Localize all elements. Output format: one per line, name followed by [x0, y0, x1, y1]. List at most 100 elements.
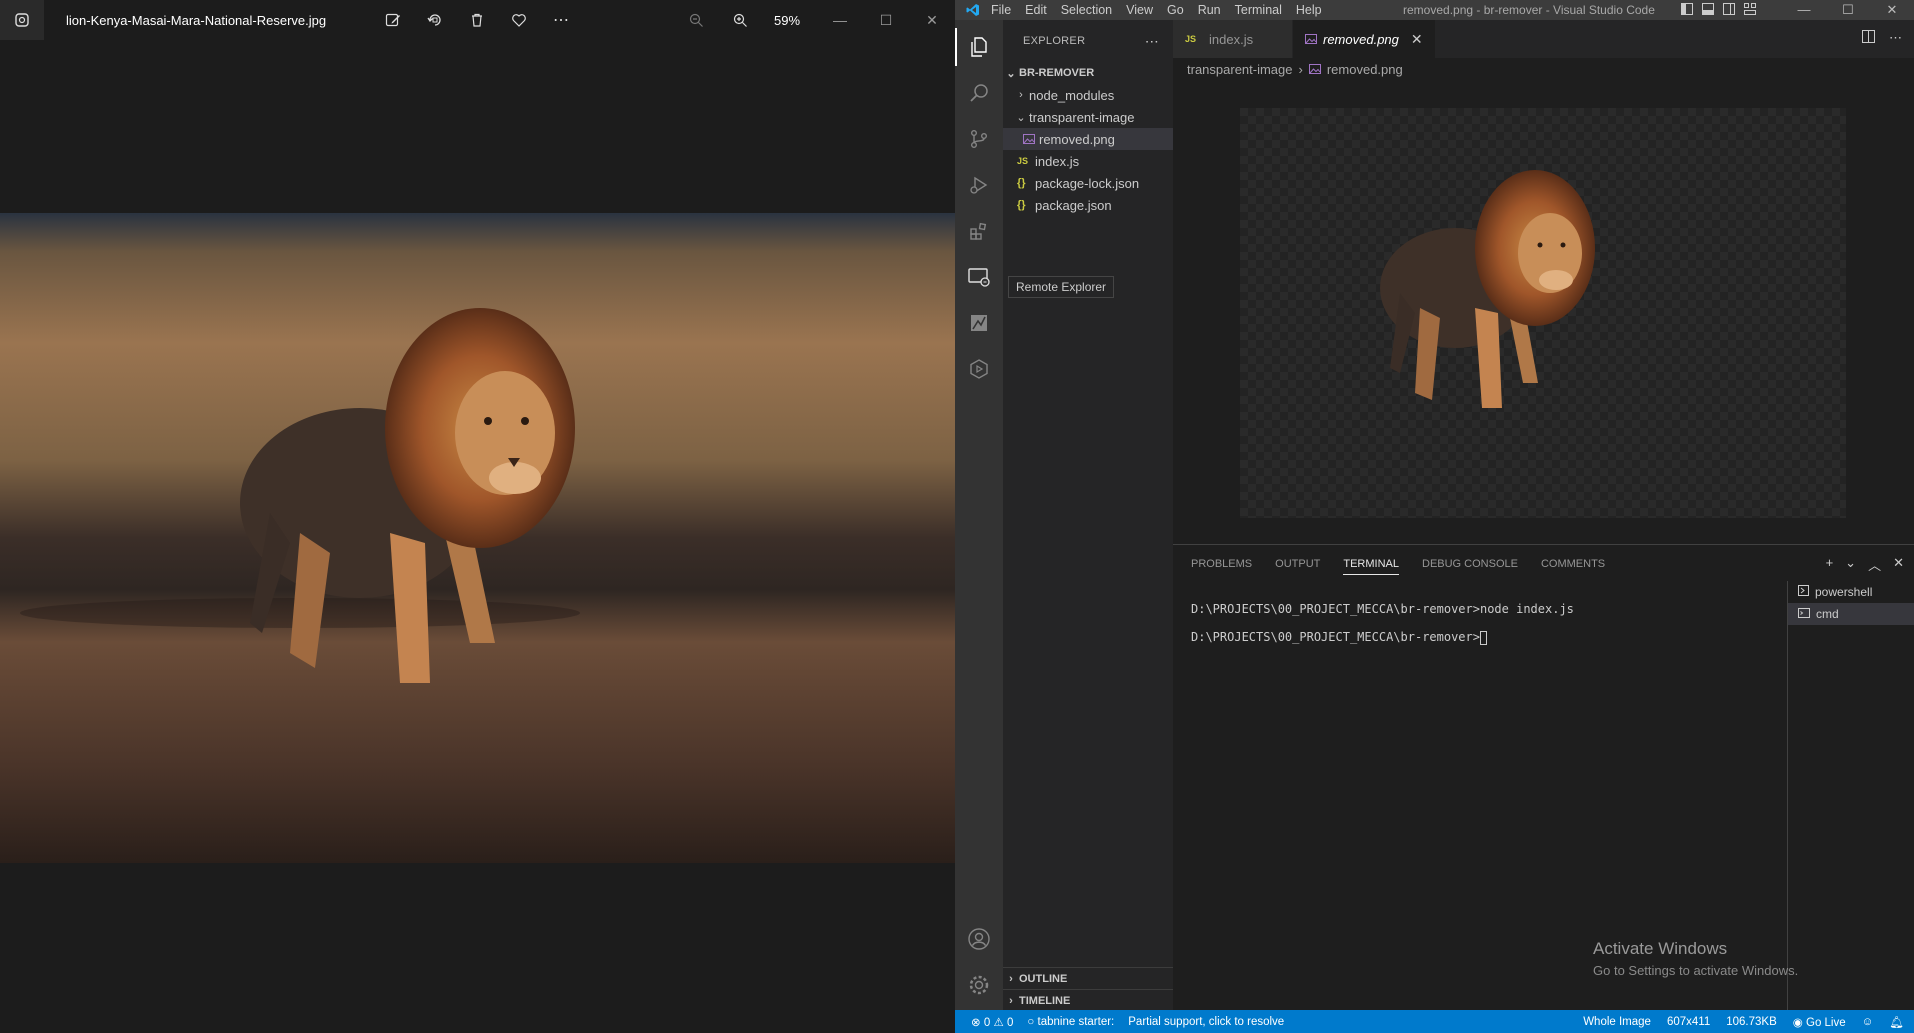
toggle-panel-icon[interactable]: [1702, 2, 1714, 18]
zoom-in-icon[interactable]: [730, 10, 750, 30]
outline-section[interactable]: › OUTLINE: [1003, 967, 1173, 989]
accounts-icon[interactable]: [955, 916, 1003, 962]
whole-image-status[interactable]: Whole Image: [1583, 1016, 1651, 1028]
run-debug-icon[interactable]: [955, 162, 1003, 208]
tab-comments[interactable]: COMMENTS: [1541, 558, 1605, 570]
menu-file[interactable]: File: [991, 3, 1011, 17]
terminal-output[interactable]: D:\PROJECTS\00_PROJECT_MECCA\br-remover>…: [1191, 601, 1771, 657]
go-live-status[interactable]: ◉ Go Live: [1793, 1015, 1846, 1029]
chevron-right-icon: ›: [1009, 994, 1013, 1007]
search-icon[interactable]: [955, 70, 1003, 116]
json-file-icon: {}: [1017, 177, 1026, 189]
toggle-primary-sidebar-icon[interactable]: [1681, 2, 1693, 18]
menu-edit[interactable]: Edit: [1025, 3, 1047, 17]
photo-filename: lion-Kenya-Masai-Mara-National-Reserve.j…: [66, 12, 327, 28]
close-tab-icon[interactable]: ✕: [1411, 31, 1423, 48]
project-folder[interactable]: ⌄ BR-REMOVER: [1003, 62, 1173, 84]
tree-item-removed-png[interactable]: removed.png: [1003, 128, 1173, 150]
breadcrumb: transparent-image › removed.png: [1173, 58, 1914, 80]
breadcrumb-file[interactable]: removed.png: [1327, 62, 1403, 77]
terminal-item-cmd[interactable]: cmd: [1788, 603, 1914, 625]
toggle-secondary-sidebar-icon[interactable]: [1723, 2, 1735, 18]
remote-explorer-tooltip: Remote Explorer: [1008, 276, 1115, 298]
breadcrumb-folder[interactable]: transparent-image: [1187, 62, 1293, 77]
problems-status[interactable]: ⊗ 0 ⚠ 0: [971, 1015, 1013, 1029]
terminal-cursor: [1479, 630, 1487, 645]
project-folder-label: BR-REMOVER: [1019, 67, 1095, 79]
minimize-icon[interactable]: —: [817, 12, 863, 28]
menu-terminal[interactable]: Terminal: [1235, 3, 1282, 17]
extensions-icon[interactable]: [955, 208, 1003, 254]
zoom-level[interactable]: 59%: [774, 13, 800, 28]
zoom-out-icon[interactable]: [686, 10, 706, 30]
activate-windows-watermark: Activate Windows Go to Settings to activ…: [1593, 939, 1798, 978]
tab-problems[interactable]: PROBLEMS: [1191, 558, 1252, 570]
vscode-window: File Edit Selection View Go Run Terminal…: [955, 0, 1914, 1033]
layout-controls: [1681, 2, 1756, 18]
tab-debug-console[interactable]: DEBUG CONSOLE: [1422, 558, 1518, 570]
split-editor-icon[interactable]: [1862, 30, 1875, 46]
explorer-more-icon[interactable]: ⋯: [1145, 33, 1159, 50]
maximize-panel-icon[interactable]: ︿: [1868, 555, 1881, 574]
close-icon[interactable]: ✕: [909, 12, 955, 29]
tabnine-label: tabnine starter:: [1037, 1015, 1115, 1028]
bottom-panel: PROBLEMS OUTPUT TERMINAL DEBUG CONSOLE C…: [1173, 544, 1914, 1011]
partial-support-status[interactable]: Partial support, click to resolve: [1128, 1016, 1284, 1028]
menu-help[interactable]: Help: [1296, 3, 1322, 17]
editor-more-icon[interactable]: ⋯: [1889, 30, 1902, 46]
timeline-section[interactable]: › TIMELINE: [1003, 989, 1173, 1011]
vs-maximize-icon[interactable]: ☐: [1826, 2, 1870, 18]
notifications-icon[interactable]: 🔔︎: [1889, 1015, 1904, 1029]
rotate-icon[interactable]: [425, 10, 445, 30]
close-panel-icon[interactable]: ✕: [1893, 555, 1904, 574]
lion-photo-image: [0, 213, 955, 863]
testing-icon[interactable]: [955, 300, 1003, 346]
photos-app: lion-Kenya-Masai-Mara-National-Reserve.j…: [0, 0, 955, 1033]
favorite-icon[interactable]: [509, 10, 529, 30]
tree-item-transparent-image[interactable]: ⌄ transparent-image: [1003, 106, 1173, 128]
warning-icon: ⚠: [993, 1016, 1004, 1029]
tree-item-package-lock[interactable]: {} package-lock.json: [1003, 172, 1173, 194]
maximize-icon[interactable]: ☐: [863, 12, 909, 29]
warning-count: 0: [1006, 1016, 1014, 1029]
tree-item-package-json[interactable]: {} package.json: [1003, 194, 1173, 216]
tree-item-label: node_modules: [1029, 87, 1115, 103]
tab-output[interactable]: OUTPUT: [1275, 558, 1320, 570]
new-terminal-icon[interactable]: +: [1826, 555, 1834, 574]
remote-explorer-icon[interactable]: [955, 254, 1003, 300]
menu-go[interactable]: Go: [1167, 3, 1184, 17]
js-file-icon: JS: [1017, 156, 1029, 166]
menu-bar: File Edit Selection View Go Run Terminal…: [991, 3, 1322, 17]
explorer-header: EXPLORER ⋯: [1003, 20, 1173, 62]
explorer-icon[interactable]: [955, 24, 1003, 70]
settings-gear-icon[interactable]: [955, 962, 1003, 1008]
tab-terminal[interactable]: TERMINAL: [1343, 558, 1399, 575]
menu-selection[interactable]: Selection: [1061, 3, 1112, 17]
menu-run[interactable]: Run: [1198, 3, 1221, 17]
tree-item-label: removed.png: [1039, 131, 1115, 147]
image-file-icon: [1023, 132, 1039, 147]
edit-icon[interactable]: [383, 10, 403, 30]
feedback-icon[interactable]: ☺: [1862, 1016, 1874, 1028]
tree-item-index-js[interactable]: JS index.js: [1003, 150, 1173, 172]
tree-item-node-modules[interactable]: › node_modules: [1003, 84, 1173, 106]
chevron-down-icon[interactable]: ⌄: [1845, 555, 1856, 574]
menu-view[interactable]: View: [1126, 3, 1153, 17]
terminal-line: D:\PROJECTS\00_PROJECT_MECCA\br-remover>…: [1191, 602, 1574, 616]
tabnine-status[interactable]: ○ tabnine starter:: [1027, 1016, 1114, 1028]
deploy-icon[interactable]: [955, 346, 1003, 392]
vs-close-icon[interactable]: ✕: [1870, 2, 1914, 18]
source-control-icon[interactable]: [955, 116, 1003, 162]
tab-removed-png[interactable]: removed.png ✕: [1293, 20, 1436, 58]
tree-item-label: transparent-image: [1029, 109, 1135, 125]
chevron-right-icon: ›: [1019, 89, 1023, 101]
editor-area: JS index.js removed.png ✕ ⋯ transparent-…: [1173, 20, 1914, 544]
tab-label: index.js: [1209, 31, 1254, 47]
tab-index-js[interactable]: JS index.js: [1173, 20, 1293, 58]
delete-icon[interactable]: [467, 10, 487, 30]
image-file-icon: [1305, 32, 1317, 47]
customize-layout-icon[interactable]: [1744, 2, 1756, 18]
vs-minimize-icon[interactable]: —: [1782, 2, 1826, 18]
terminal-item-powershell[interactable]: powershell: [1788, 581, 1914, 603]
more-icon[interactable]: ⋯: [551, 10, 571, 30]
